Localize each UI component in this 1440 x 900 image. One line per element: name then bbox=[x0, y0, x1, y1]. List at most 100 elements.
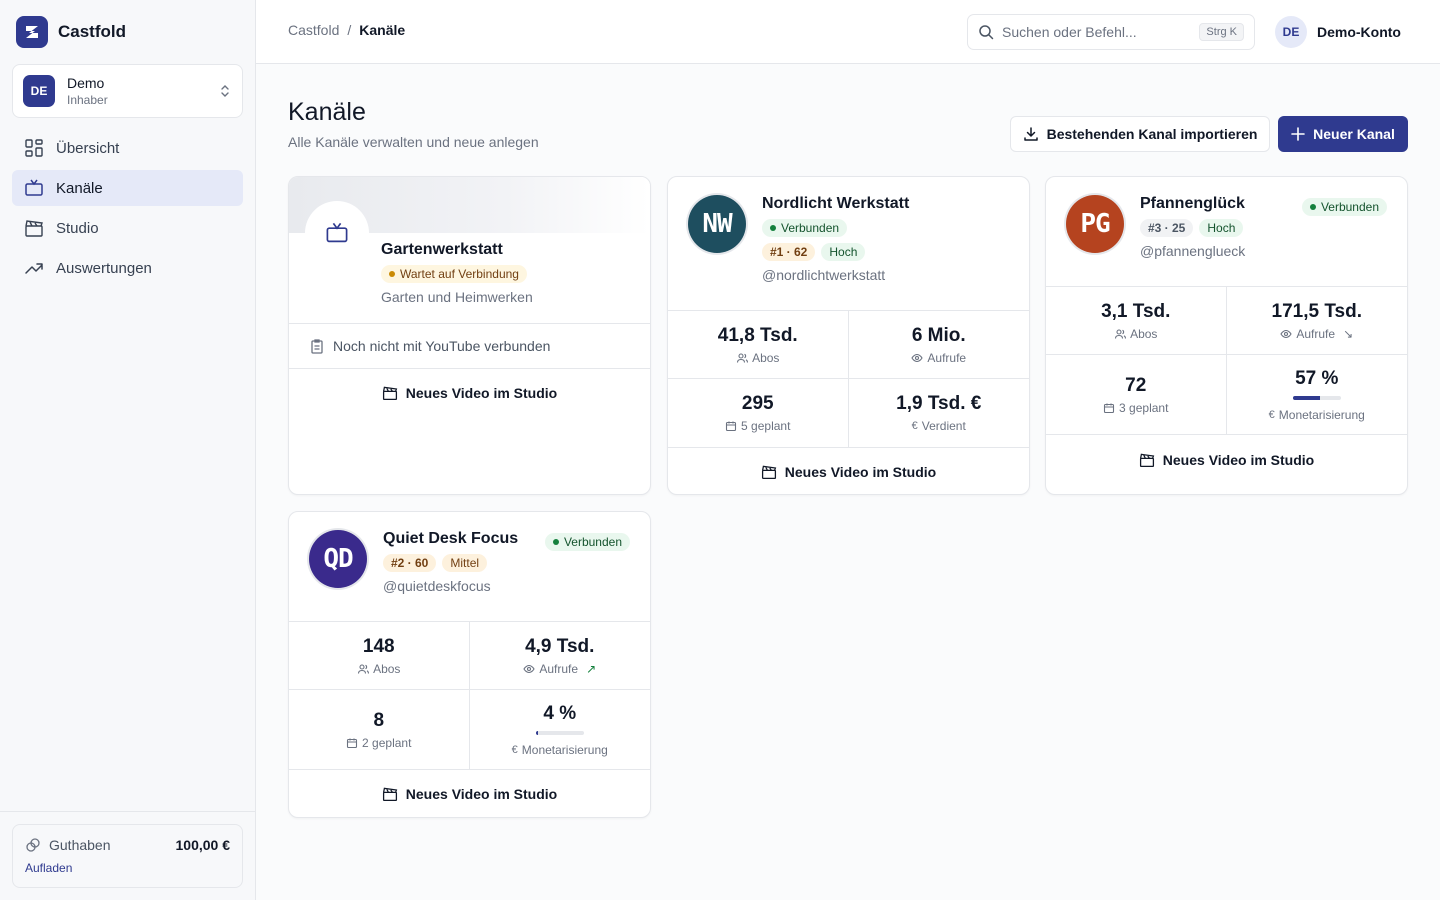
channel-avatar-placeholder bbox=[305, 201, 369, 265]
eye-icon bbox=[523, 664, 535, 673]
trend-down-icon: ↘ bbox=[1343, 326, 1354, 341]
sidebar-item-channels[interactable]: Kanäle bbox=[12, 170, 243, 206]
channel-name: Gartenwerkstatt bbox=[381, 241, 503, 258]
status-badge: Verbunden bbox=[544, 533, 630, 551]
credit-label: Guthaben bbox=[49, 837, 111, 853]
sidebar-item-label: Auswertungen bbox=[56, 259, 152, 277]
download-icon bbox=[1023, 127, 1038, 141]
clapperboard-icon bbox=[382, 787, 398, 802]
new-channel-label: Neuer Kanal bbox=[1313, 126, 1395, 142]
status-badge: Verbunden bbox=[762, 219, 848, 237]
new-video-studio-link[interactable]: Neues Video im Studio bbox=[289, 770, 650, 817]
level-badge: Hoch bbox=[821, 243, 866, 261]
tv-icon bbox=[326, 222, 348, 243]
euro-icon: € bbox=[911, 420, 918, 432]
clapperboard-icon bbox=[382, 386, 398, 401]
stat-subscribers: 148 Abos bbox=[289, 622, 470, 690]
search-shortcut: Strg K bbox=[1199, 23, 1244, 41]
sidebar-item-label: Studio bbox=[56, 219, 99, 237]
sidebar: Castfold DE Demo Inhaber Übersicht Kanäl… bbox=[0, 0, 256, 900]
channel-handle: @nordlichtwerkstatt bbox=[762, 267, 886, 283]
sidebar-item-label: Kanäle bbox=[56, 179, 103, 197]
stat-subscribers: 3,1 Tsd. Abos bbox=[1046, 287, 1227, 355]
clapperboard-icon bbox=[1139, 453, 1155, 468]
new-video-studio-link[interactable]: Neues Video im Studio bbox=[668, 447, 1029, 494]
status-badge: Verbunden bbox=[1301, 198, 1387, 216]
grid-icon bbox=[25, 139, 43, 157]
account-avatar: DE bbox=[23, 75, 55, 107]
users-icon bbox=[358, 663, 370, 674]
new-video-studio-link[interactable]: Neues Video im Studio bbox=[289, 369, 650, 417]
channel-handle: @quietdeskfocus bbox=[383, 578, 491, 594]
chevron-up-down-icon bbox=[221, 85, 229, 97]
stat-views: 171,5 Tsd. Aufrufe ↘ bbox=[1226, 287, 1407, 355]
sidebar-item-studio[interactable]: Studio bbox=[12, 210, 243, 246]
users-icon bbox=[737, 352, 749, 363]
search-placeholder: Suchen oder Befehl... bbox=[1002, 24, 1137, 40]
sidebar-item-overview[interactable]: Übersicht bbox=[12, 130, 243, 166]
import-channel-button[interactable]: Bestehenden Kanal importieren bbox=[1010, 116, 1270, 152]
stat-subscribers: 41,8 Tsd. Abos bbox=[668, 311, 849, 379]
channel-card-nordlicht-werkstatt[interactable]: NW Nordlicht Werkstatt Verbunden #1 · 62… bbox=[667, 176, 1030, 495]
sidebar-item-label: Übersicht bbox=[56, 139, 120, 157]
stat-views: 6 Mio. Aufrufe bbox=[848, 311, 1029, 379]
trend-up-icon: ↗ bbox=[586, 661, 597, 676]
channel-avatar: QD bbox=[309, 530, 367, 588]
castfold-logo-icon bbox=[16, 16, 48, 48]
search-input[interactable]: Suchen oder Befehl... Strg K bbox=[967, 14, 1255, 50]
level-badge: Hoch bbox=[1199, 219, 1244, 237]
coins-icon bbox=[26, 838, 40, 852]
clipboard-icon bbox=[311, 339, 323, 354]
channel-card-pfannenglueck[interactable]: PG Pfannenglück #3 · 25 Hoch @pfannenglu… bbox=[1045, 176, 1408, 495]
user-name: Demo-Konto bbox=[1317, 24, 1401, 40]
channel-card-gartenwerkstatt[interactable]: Gartenwerkstatt Wartet auf Verbindung Ga… bbox=[288, 176, 651, 495]
credit-amount: 100,00 € bbox=[175, 837, 231, 853]
monetization-meter bbox=[1292, 395, 1341, 400]
top-up-link[interactable]: Aufladen bbox=[25, 861, 72, 875]
channel-stats: 148 Abos 4,9 Tsd. Aufrufe ↗ 82 geplant 4 % €… bbox=[289, 621, 650, 770]
channel-avatar: PG bbox=[1066, 195, 1124, 253]
user-menu[interactable]: DE Demo-Konto bbox=[1275, 16, 1401, 48]
user-avatar: DE bbox=[1275, 16, 1307, 48]
channel-handle: @pfannenglueck bbox=[1140, 243, 1246, 259]
breadcrumb-separator: / bbox=[347, 22, 352, 38]
rank-badge: #2 · 60 bbox=[383, 554, 437, 572]
plus-icon bbox=[1291, 127, 1305, 141]
channel-category: Garten und Heimwerken bbox=[381, 289, 533, 305]
rank-badge: #1 · 62 bbox=[762, 243, 816, 261]
level-badge: Mittel bbox=[442, 554, 488, 572]
monetization-meter bbox=[535, 730, 584, 735]
stat-videos: 295 5 geplant bbox=[668, 379, 849, 447]
euro-icon: € bbox=[511, 743, 518, 756]
channel-card-quiet-desk-focus[interactable]: QD Quiet Desk Focus #2 · 60 Mittel @quie… bbox=[288, 511, 651, 818]
topbar: Castfold / Kanäle Suchen oder Befehl... … bbox=[256, 0, 1440, 64]
trending-up-icon bbox=[25, 263, 43, 274]
brand-name: Castfold bbox=[58, 22, 126, 41]
new-channel-button[interactable]: Neuer Kanal bbox=[1278, 116, 1408, 152]
channel-name: Nordlicht Werkstatt bbox=[762, 195, 910, 212]
sidebar-nav: Übersicht Kanäle Studio Auswertungen bbox=[12, 130, 243, 290]
calendar-icon bbox=[1103, 403, 1115, 413]
import-channel-label: Bestehenden Kanal importieren bbox=[1046, 126, 1258, 142]
calendar-icon bbox=[346, 738, 358, 748]
account-switcher[interactable]: DE Demo Inhaber bbox=[12, 64, 243, 118]
stat-videos: 72 3 geplant bbox=[1046, 355, 1227, 435]
account-role: Inhaber bbox=[67, 93, 108, 107]
euro-icon: € bbox=[1268, 408, 1275, 421]
new-video-studio-link[interactable]: Neues Video im Studio bbox=[1046, 435, 1407, 485]
account-name: Demo bbox=[67, 75, 105, 91]
channel-stats: 41,8 Tsd. Abos 6 Mio. Aufrufe 295 5 geplant… bbox=[668, 310, 1029, 447]
credit-box: Guthaben 100,00 € Aufladen bbox=[12, 824, 243, 888]
tv-icon bbox=[25, 179, 43, 196]
breadcrumb: Castfold / Kanäle bbox=[288, 22, 405, 38]
connection-notice: Noch nicht mit YouTube verbunden bbox=[289, 323, 650, 369]
brand[interactable]: Castfold bbox=[16, 16, 126, 48]
stat-videos: 82 geplant bbox=[289, 690, 470, 770]
sidebar-item-analytics[interactable]: Auswertungen bbox=[12, 250, 243, 286]
breadcrumb-root[interactable]: Castfold bbox=[288, 22, 339, 38]
clapperboard-icon bbox=[25, 220, 43, 237]
breadcrumb-current: Kanäle bbox=[359, 22, 406, 38]
page-title: Kanäle bbox=[288, 98, 366, 126]
eye-icon bbox=[911, 353, 924, 362]
calendar-icon bbox=[725, 421, 737, 432]
